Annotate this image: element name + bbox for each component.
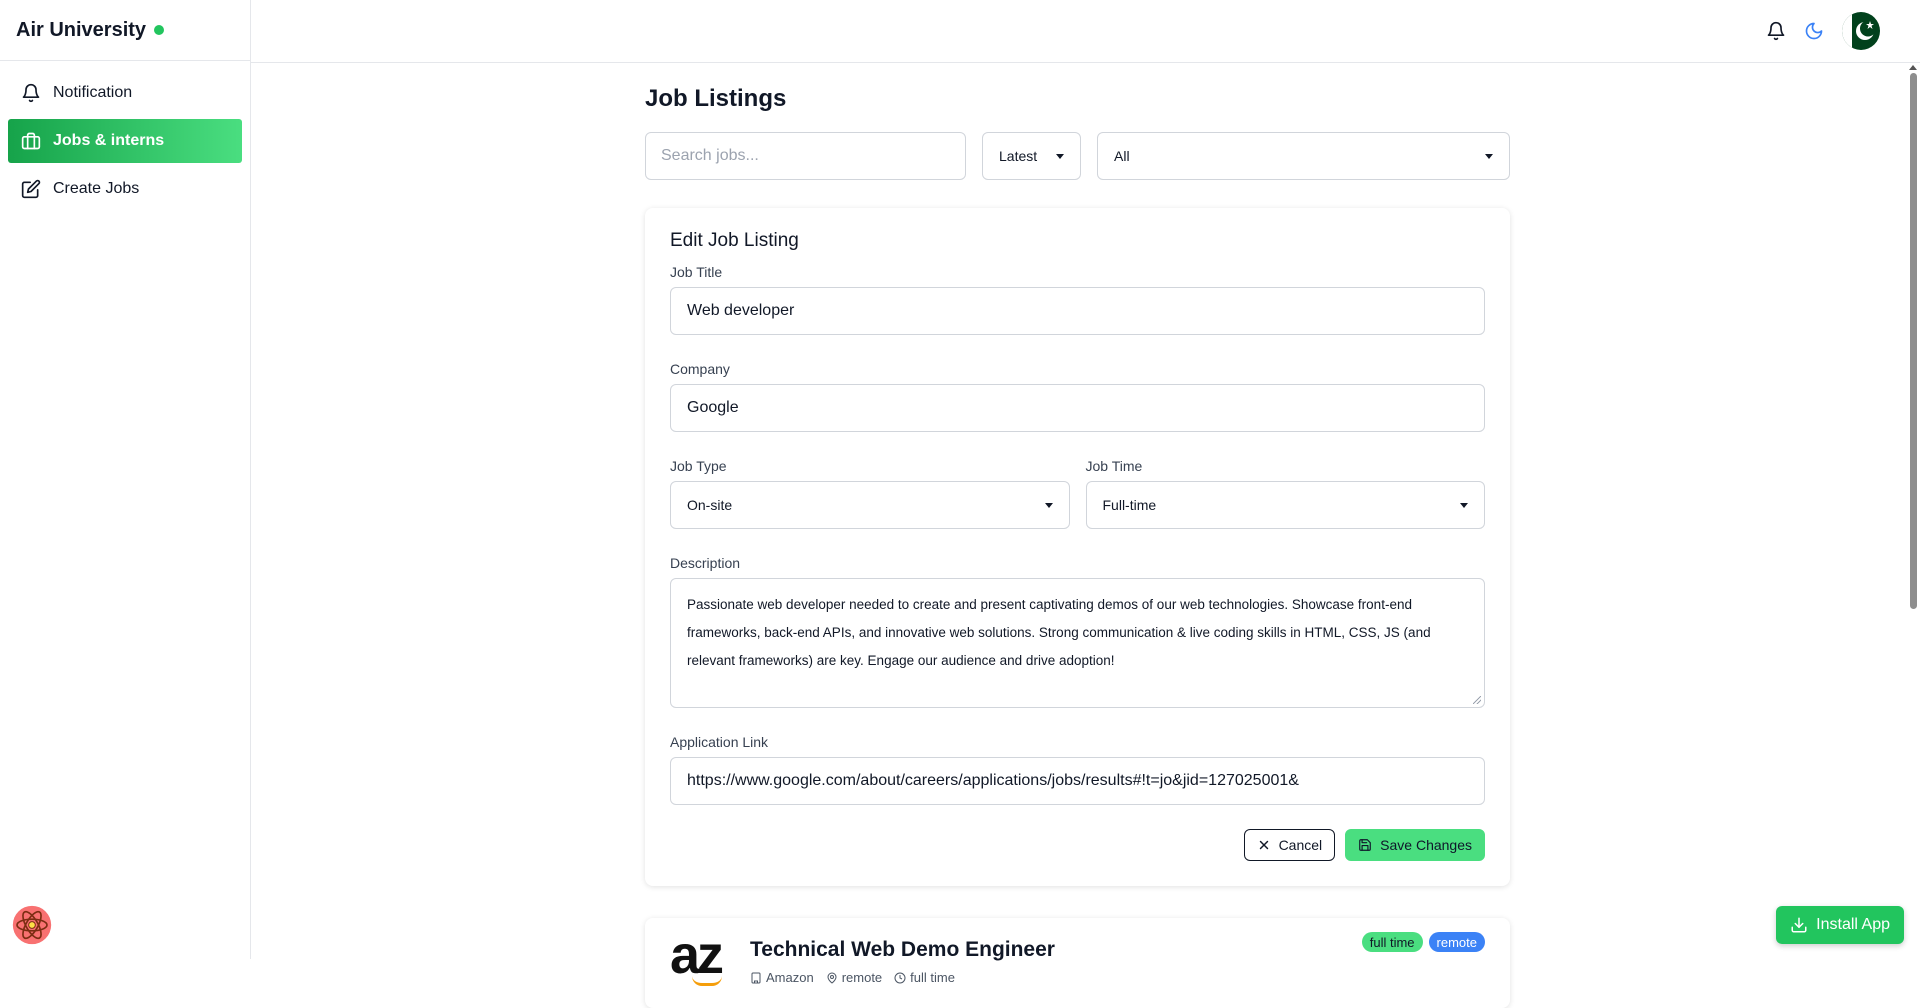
header-actions <box>1766 12 1880 50</box>
page-scrollbar[interactable] <box>1906 63 1920 959</box>
scroll-up-arrow-icon[interactable] <box>1909 65 1917 70</box>
resize-handle-icon[interactable] <box>1473 696 1481 704</box>
save-icon <box>1358 838 1372 852</box>
online-status-dot <box>154 25 164 35</box>
download-icon <box>1790 916 1808 934</box>
cancel-button[interactable]: Cancel <box>1244 829 1336 861</box>
chevron-down-icon <box>1056 154 1064 159</box>
scrollbar-thumb[interactable] <box>1910 73 1917 609</box>
filter-bar: Latest All <box>645 132 1510 180</box>
description-value: Passionate web developer needed to creat… <box>687 597 1431 668</box>
building-icon <box>750 972 762 984</box>
job-title-input[interactable]: Web developer <box>670 287 1485 335</box>
sidebar-item-jobs[interactable]: Jobs & interns <box>8 119 242 163</box>
job-type-value: On-site <box>687 497 732 513</box>
clock-icon <box>894 972 906 984</box>
sort-select[interactable]: Latest <box>982 132 1081 180</box>
tag-full-time: full time <box>1362 932 1423 952</box>
job-time-select[interactable]: Full-time <box>1086 481 1486 529</box>
search-input[interactable] <box>645 132 966 180</box>
filter-select-value: All <box>1114 148 1130 164</box>
job-time-text: full time <box>910 970 955 985</box>
company-value: Google <box>687 399 739 417</box>
map-pin-icon <box>826 972 838 984</box>
job-time: full time <box>894 970 955 985</box>
brand-name: Air University <box>16 19 146 42</box>
job-company: Amazon <box>750 970 814 985</box>
company-label: Company <box>670 361 1485 377</box>
job-card-title: Technical Web Demo Engineer <box>750 938 1055 962</box>
install-app-label: Install App <box>1816 916 1890 934</box>
job-tags: full time remote <box>1362 932 1485 952</box>
page-title: Job Listings <box>645 85 1510 113</box>
filter-select[interactable]: All <box>1097 132 1510 180</box>
react-logo-icon[interactable] <box>12 905 52 945</box>
type-time-row: Job Type On-site Job Time Full-time <box>670 458 1485 555</box>
sidebar-item-notification[interactable]: Notification <box>8 71 242 115</box>
job-time-value: Full-time <box>1103 497 1157 513</box>
save-changes-button[interactable]: Save Changes <box>1345 829 1485 861</box>
moon-icon[interactable] <box>1804 21 1824 41</box>
application-link-label: Application Link <box>670 734 1485 750</box>
sort-select-value: Latest <box>999 148 1037 164</box>
job-card[interactable]: az Technical Web Demo Engineer Amazon re… <box>645 918 1510 1008</box>
save-button-label: Save Changes <box>1380 837 1472 853</box>
sidebar-item-label: Jobs & interns <box>53 132 164 150</box>
job-location: remote <box>826 970 882 985</box>
top-header <box>251 0 1920 63</box>
sidebar-nav: Notification Jobs & interns Create Jobs <box>0 61 250 225</box>
close-icon <box>1257 838 1271 852</box>
job-location-text: remote <box>842 970 882 985</box>
crescent-star-icon <box>1842 12 1880 50</box>
job-type-select[interactable]: On-site <box>670 481 1070 529</box>
job-company-text: Amazon <box>766 970 814 985</box>
tag-remote: remote <box>1429 932 1485 952</box>
edit-job-card: Edit Job Listing Job Title Web developer… <box>645 208 1510 886</box>
job-card-meta: Amazon remote full time <box>750 970 955 985</box>
bell-icon[interactable] <box>1766 21 1786 41</box>
description-textarea[interactable]: Passionate web developer needed to creat… <box>670 578 1485 708</box>
edit-icon <box>21 179 41 199</box>
main-content: Job Listings Latest All Edit Job Listing… <box>645 63 1510 1008</box>
sidebar: Air University Notification Jobs & inter… <box>0 0 251 959</box>
avatar[interactable] <box>1842 12 1880 50</box>
sidebar-item-label: Create Jobs <box>53 180 139 198</box>
job-type-label: Job Type <box>670 458 1070 474</box>
company-logo: az <box>670 930 724 986</box>
chevron-down-icon <box>1460 503 1468 508</box>
sidebar-item-create-jobs[interactable]: Create Jobs <box>8 167 242 211</box>
brand: Air University <box>0 0 250 61</box>
description-label: Description <box>670 555 1485 571</box>
chevron-down-icon <box>1485 154 1493 159</box>
job-title-value: Web developer <box>687 302 794 320</box>
form-actions: Cancel Save Changes <box>670 829 1485 861</box>
company-input[interactable]: Google <box>670 384 1485 432</box>
application-link-input[interactable]: https://www.google.com/about/careers/app… <box>670 757 1485 805</box>
cancel-button-label: Cancel <box>1279 837 1323 853</box>
sidebar-item-label: Notification <box>53 84 132 102</box>
job-time-label: Job Time <box>1086 458 1486 474</box>
job-title-label: Job Title <box>670 264 1485 280</box>
edit-job-heading: Edit Job Listing <box>670 230 1485 252</box>
bell-icon <box>21 83 41 103</box>
chevron-down-icon <box>1045 503 1053 508</box>
install-app-button[interactable]: Install App <box>1776 906 1904 944</box>
application-link-value: https://www.google.com/about/careers/app… <box>687 772 1299 790</box>
briefcase-icon <box>21 131 41 151</box>
